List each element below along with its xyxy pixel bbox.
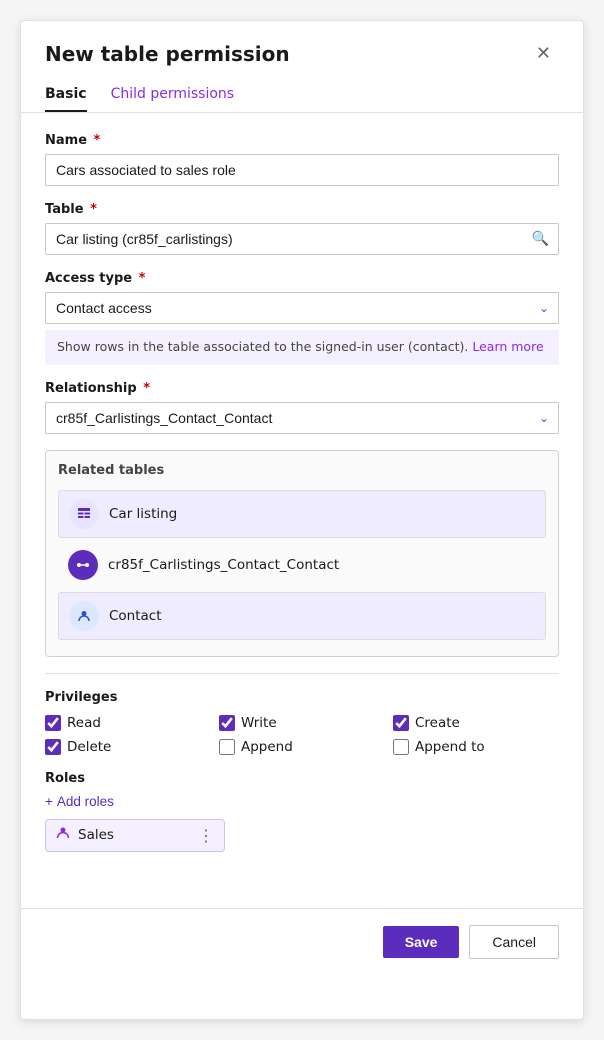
save-button[interactable]: Save bbox=[383, 926, 460, 958]
access-type-info-box: Show rows in the table associated to the… bbox=[45, 330, 559, 365]
cancel-button[interactable]: Cancel bbox=[469, 925, 559, 959]
privilege-append-checkbox[interactable] bbox=[219, 739, 235, 755]
related-tables-section: Related tables Car listing bbox=[45, 450, 559, 657]
access-type-select[interactable]: Contact access Global access Account acc… bbox=[45, 292, 559, 324]
role-chip-menu-icon[interactable]: ⋮ bbox=[198, 826, 214, 845]
related-tables-title: Related tables bbox=[58, 463, 546, 478]
relationship-field-group: Relationship * cr85f_Carlistings_Contact… bbox=[45, 381, 559, 434]
role-person-icon bbox=[56, 826, 70, 844]
name-label: Name * bbox=[45, 133, 559, 148]
related-item-car-listing[interactable]: Car listing bbox=[58, 490, 546, 538]
related-item-relationship: cr85f_Carlistings_Contact_Contact bbox=[58, 542, 546, 588]
privilege-read[interactable]: Read bbox=[45, 715, 211, 731]
privileges-title: Privileges bbox=[45, 690, 559, 705]
modal-body: Name * Table * 🔍 Access type * bbox=[21, 113, 583, 888]
modal-footer: Save Cancel bbox=[21, 908, 583, 975]
add-roles-label: Add roles bbox=[57, 794, 114, 809]
role-chip-sales[interactable]: Sales ⋮ bbox=[45, 819, 225, 852]
name-input[interactable] bbox=[45, 154, 559, 186]
privilege-append-to-checkbox[interactable] bbox=[393, 739, 409, 755]
privilege-create[interactable]: Create bbox=[393, 715, 559, 731]
privilege-create-checkbox[interactable] bbox=[393, 715, 409, 731]
roles-section: Roles + Add roles Sales ⋮ bbox=[45, 771, 559, 852]
relationship-select-wrapper: cr85f_Carlistings_Contact_Contact ⌄ bbox=[45, 402, 559, 434]
privilege-append-to[interactable]: Append to bbox=[393, 739, 559, 755]
privilege-delete-checkbox[interactable] bbox=[45, 739, 61, 755]
privileges-section: Privileges Read Write Create Delete bbox=[45, 690, 559, 755]
name-field-group: Name * bbox=[45, 133, 559, 186]
privileges-grid: Read Write Create Delete Append bbox=[45, 715, 559, 755]
related-item-contact[interactable]: Contact bbox=[58, 592, 546, 640]
privilege-delete-label: Delete bbox=[67, 739, 111, 755]
table-search-input[interactable] bbox=[45, 223, 559, 255]
relationship-label: Relationship * bbox=[45, 381, 559, 396]
relationship-select[interactable]: cr85f_Carlistings_Contact_Contact bbox=[45, 402, 559, 434]
tab-basic[interactable]: Basic bbox=[45, 78, 87, 112]
add-roles-button[interactable]: + Add roles bbox=[45, 794, 114, 809]
privilege-write-label: Write bbox=[241, 715, 277, 731]
relationship-icon bbox=[68, 550, 98, 580]
tab-child-permissions[interactable]: Child permissions bbox=[111, 78, 235, 112]
name-required-asterisk: * bbox=[94, 133, 101, 148]
tabs-container: Basic Child permissions bbox=[21, 78, 583, 113]
access-type-select-wrapper: Contact access Global access Account acc… bbox=[45, 292, 559, 324]
table-required-asterisk: * bbox=[90, 202, 97, 217]
privilege-append[interactable]: Append bbox=[219, 739, 385, 755]
close-icon: ✕ bbox=[536, 43, 551, 64]
divider-1 bbox=[45, 673, 559, 674]
table-label: Table * bbox=[45, 202, 559, 217]
modal-title: New table permission bbox=[45, 42, 290, 66]
privilege-read-label: Read bbox=[67, 715, 101, 731]
car-listing-label: Car listing bbox=[109, 506, 177, 522]
privilege-write-checkbox[interactable] bbox=[219, 715, 235, 731]
access-type-label: Access type * bbox=[45, 271, 559, 286]
privilege-create-label: Create bbox=[415, 715, 460, 731]
relationship-required-asterisk: * bbox=[143, 381, 150, 396]
table-field-group: Table * 🔍 bbox=[45, 202, 559, 255]
privilege-append-to-label: Append to bbox=[415, 739, 485, 755]
learn-more-link[interactable]: Learn more bbox=[472, 339, 543, 354]
access-type-field-group: Access type * Contact access Global acce… bbox=[45, 271, 559, 365]
access-type-required-asterisk: * bbox=[139, 271, 146, 286]
car-listing-table-icon bbox=[69, 499, 99, 529]
add-roles-plus-icon: + bbox=[45, 794, 53, 809]
role-chip-label: Sales bbox=[78, 827, 190, 843]
privilege-append-label: Append bbox=[241, 739, 293, 755]
modal-container: New table permission ✕ Basic Child permi… bbox=[20, 20, 584, 1020]
contact-label: Contact bbox=[109, 608, 162, 624]
modal-header: New table permission ✕ bbox=[21, 21, 583, 78]
roles-title: Roles bbox=[45, 771, 559, 786]
privilege-write[interactable]: Write bbox=[219, 715, 385, 731]
relationship-node-label: cr85f_Carlistings_Contact_Contact bbox=[108, 557, 339, 573]
table-search-icon: 🔍 bbox=[532, 231, 549, 247]
close-button[interactable]: ✕ bbox=[528, 39, 559, 68]
table-search-wrapper: 🔍 bbox=[45, 223, 559, 255]
privilege-delete[interactable]: Delete bbox=[45, 739, 211, 755]
privilege-read-checkbox[interactable] bbox=[45, 715, 61, 731]
contact-icon bbox=[69, 601, 99, 631]
